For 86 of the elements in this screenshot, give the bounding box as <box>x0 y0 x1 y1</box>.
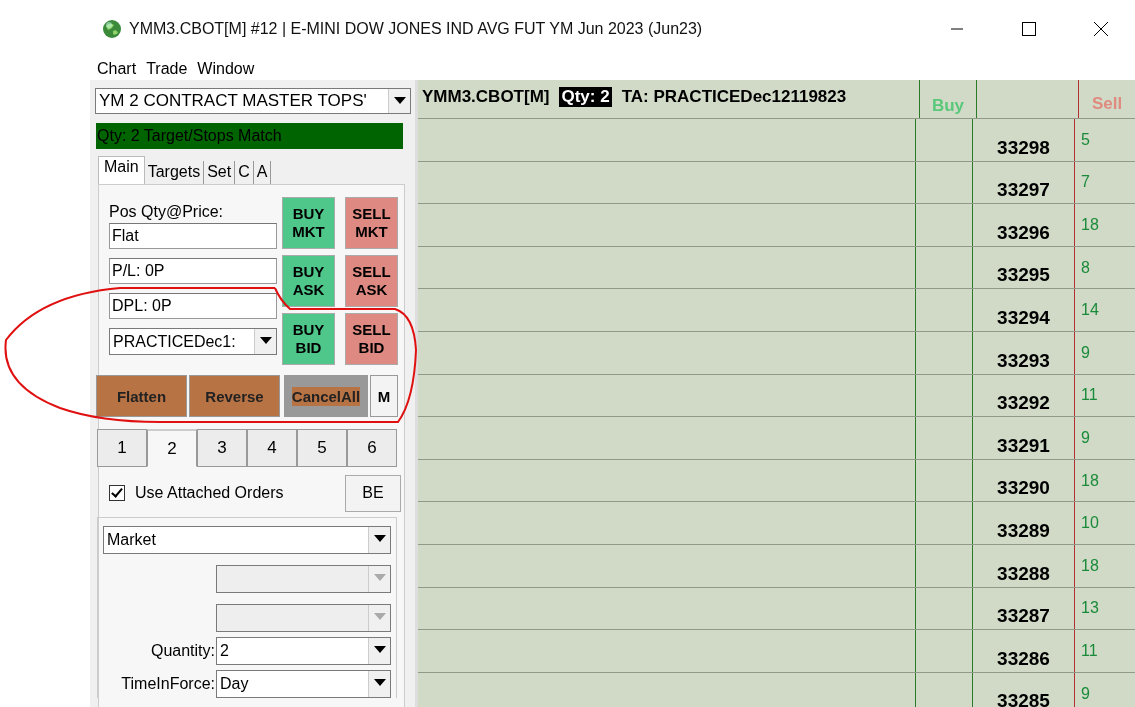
sell-size-cell: 10 <box>1081 514 1099 533</box>
dpl-field: DPL: 0P <box>109 293 277 319</box>
price-cell: 33289 <box>997 519 1050 542</box>
sell-size-cell: 11 <box>1081 641 1098 660</box>
order-button[interactable]: BUY MKT <box>282 197 335 249</box>
sell-size-cell: 9 <box>1081 343 1090 362</box>
price-cell: 33292 <box>997 392 1050 415</box>
buy-column-header: Buy <box>931 96 965 117</box>
order-button[interactable]: SELL BID <box>345 313 398 365</box>
sell-size-cell: 9 <box>1081 684 1090 703</box>
sell-size-cell: 11 <box>1081 386 1098 405</box>
sell-size-cell: 18 <box>1081 471 1099 490</box>
menu-item[interactable]: Chart <box>97 60 137 78</box>
be-button[interactable]: BE <box>345 474 401 512</box>
price-cell: 33291 <box>997 434 1050 457</box>
action-button[interactable]: CancelAll <box>284 375 368 417</box>
price-cell: 33297 <box>997 179 1050 202</box>
action-button[interactable]: Reverse <box>189 375 280 417</box>
buy-column-cell[interactable] <box>915 630 973 672</box>
action-button[interactable]: M <box>370 375 398 417</box>
buy-column-cell[interactable] <box>915 672 973 707</box>
strategy-tab[interactable]: 4 <box>247 429 297 467</box>
order-type-select[interactable]: Market <box>103 526 391 554</box>
status-message: Qty: 2 Target/Stops Match <box>96 123 403 149</box>
order-button[interactable]: SELL ASK <box>345 255 398 307</box>
order-button[interactable]: SELL MKT <box>345 197 398 249</box>
order-button[interactable]: BUY BID <box>282 313 335 365</box>
window-title: YMM3.CBOT[M] #12 | E-MINI DOW JONES IND AVG FUT YM Jun 2023 (Jun23) <box>129 20 703 38</box>
price-cell: 33296 <box>997 221 1050 244</box>
sell-column-header: Sell <box>1091 94 1123 115</box>
strategy-tab[interactable]: 1 <box>97 429 147 467</box>
price-cell: 33293 <box>997 349 1050 372</box>
quantity-label: Quantity: <box>149 642 216 660</box>
panel-tab[interactable]: Main <box>98 156 145 184</box>
symbol-label: YMM3.CBOT[M] <box>422 87 550 107</box>
buy-column-cell[interactable] <box>915 161 973 204</box>
sell-size-cell: 18 <box>1081 556 1099 575</box>
account-select[interactable]: PRACTICEDec1: <box>109 328 277 355</box>
price-cell: 33294 <box>997 306 1050 329</box>
buy-column-cell[interactable] <box>915 544 973 587</box>
pl-field: P/L: 0P <box>109 258 277 284</box>
sell-size-cell: 13 <box>1081 599 1099 618</box>
menu-item[interactable]: Trade <box>146 60 188 78</box>
quantity-badge: Qty: 2 <box>559 87 612 107</box>
account-label: TA: PRACTICEDec12119823 <box>621 87 847 107</box>
price-cell: 33286 <box>997 647 1050 670</box>
checkbox[interactable] <box>109 485 125 501</box>
price-cell: 33295 <box>997 264 1050 287</box>
checkbox-label: Use Attached Orders <box>135 484 284 502</box>
strategy-tab[interactable]: 6 <box>347 429 397 467</box>
strategy-tab[interactable]: 3 <box>197 429 247 467</box>
buy-column-cell[interactable] <box>915 459 973 502</box>
buy-column-cell[interactable] <box>915 246 973 289</box>
price-cell: 33287 <box>997 605 1050 628</box>
buy-column-cell[interactable] <box>915 374 973 417</box>
order-button[interactable]: BUY ASK <box>282 255 335 307</box>
buy-column-cell[interactable] <box>915 204 973 246</box>
buy-column-cell[interactable] <box>915 502 973 544</box>
action-button[interactable]: Flatten <box>96 375 187 417</box>
sell-size-cell: 5 <box>1081 130 1090 149</box>
globe-icon <box>102 19 122 39</box>
menu-item[interactable]: Window <box>197 60 255 78</box>
position-label: Pos Qty@Price: <box>109 203 225 221</box>
sell-size-cell: 9 <box>1081 428 1090 447</box>
sell-size-cell: 8 <box>1081 258 1090 277</box>
sell-size-cell: 7 <box>1081 173 1090 192</box>
price-cell: 33298 <box>997 136 1050 159</box>
sell-size-cell: 18 <box>1081 216 1099 234</box>
time-in-force-label: TimeInForce: <box>120 675 216 693</box>
buy-column-cell[interactable] <box>915 417 973 459</box>
price-cell: 33288 <box>997 562 1050 585</box>
quantity-select[interactable]: 2 <box>216 637 391 665</box>
strategy-tab[interactable]: 2 <box>147 429 197 467</box>
close-icon[interactable] <box>1094 22 1108 36</box>
price-cell: 33290 <box>997 477 1050 500</box>
price-cell: 33285 <box>997 690 1050 707</box>
buy-column-cell[interactable] <box>915 119 973 161</box>
sell-size-cell: 14 <box>1081 301 1099 320</box>
template-select[interactable]: YM 2 CONTRACT MASTER TOPS' <box>95 88 411 114</box>
buy-column-cell[interactable] <box>915 587 973 630</box>
buy-column-cell[interactable] <box>915 331 973 374</box>
maximize-icon[interactable] <box>1022 22 1036 36</box>
position-field: Flat <box>109 223 277 249</box>
strategy-tab[interactable]: 5 <box>297 429 347 467</box>
buy-column-cell[interactable] <box>915 289 973 331</box>
time-in-force-select[interactable]: Day <box>216 670 391 698</box>
